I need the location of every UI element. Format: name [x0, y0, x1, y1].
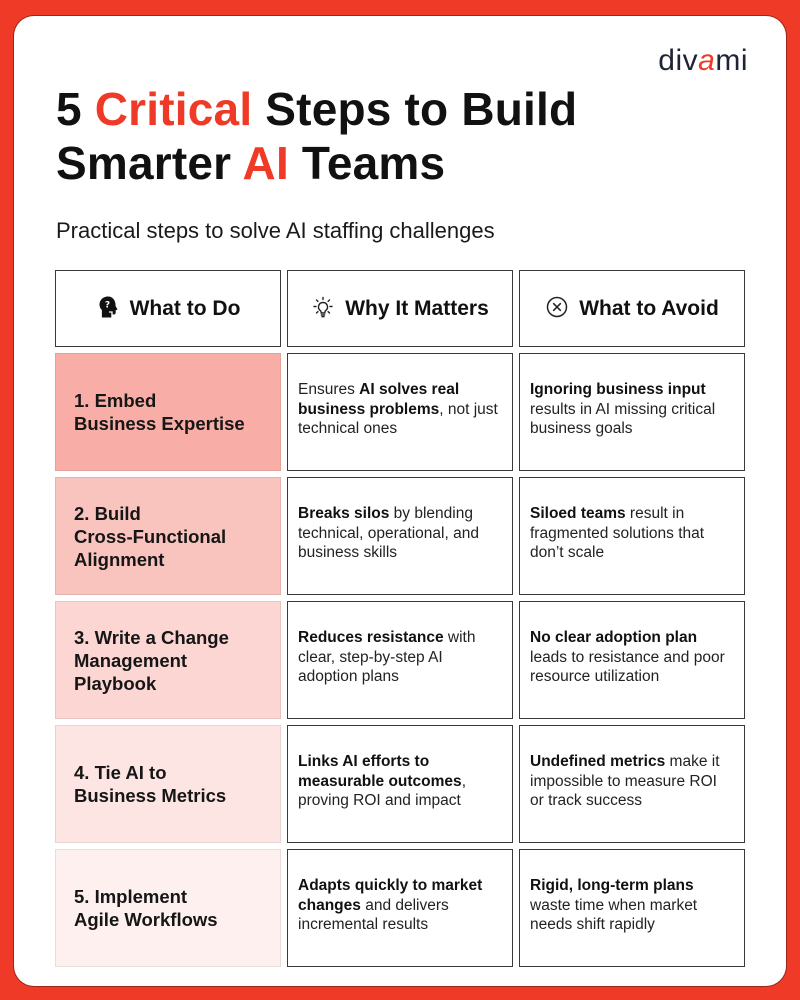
- column-header-why-it-matters: Why It Matters: [287, 270, 513, 347]
- why-it-matters-cell: Links AI efforts to measurable outcomes,…: [287, 725, 513, 843]
- why-it-matters-cell: Ensures AI solves real business problems…: [287, 353, 513, 471]
- avoid-emphasis: Rigid, long-term plans: [530, 877, 694, 894]
- head-question-icon: ?: [96, 295, 120, 323]
- avoid-text: waste time when market needs shift rapid…: [530, 896, 698, 934]
- column-header-what-to-avoid: What to Avoid: [519, 270, 745, 347]
- avoid-emphasis: Ignoring business input: [530, 381, 706, 398]
- logo-text-accent: a: [698, 44, 716, 77]
- logo-text-pre: div: [658, 44, 699, 77]
- column-header-label: What to Avoid: [579, 296, 719, 320]
- title-highlight-ai: AI: [242, 137, 289, 189]
- what-to-avoid-cell: Siloed teams result in fragmented soluti…: [519, 477, 745, 595]
- title-part: Smarter: [56, 137, 243, 189]
- column-header-label: What to Do: [129, 296, 241, 320]
- avoid-emphasis: Undefined metrics: [530, 753, 666, 770]
- why-emphasis: Reduces resistance: [298, 629, 444, 646]
- steps-table: ? What to Do Why It Matters What to Avoi…: [55, 270, 745, 967]
- why-it-matters-cell: Reduces resistance with clear, step-by-s…: [287, 601, 513, 719]
- lightbulb-icon: [311, 295, 335, 323]
- title-highlight-critical: Critical: [94, 83, 253, 135]
- page-subtitle: Practical steps to solve AI staffing cha…: [56, 218, 495, 243]
- column-header-label: Why It Matters: [345, 296, 489, 320]
- why-it-matters-cell: Adapts quickly to market changes and del…: [287, 849, 513, 967]
- logo-text-post: mi: [715, 44, 748, 77]
- step-cell: 4. Tie AI to Business Metrics: [55, 725, 281, 843]
- why-emphasis: Breaks silos: [298, 505, 390, 522]
- circle-x-icon: [545, 295, 569, 323]
- title-part: Teams: [288, 137, 446, 189]
- svg-text:?: ?: [104, 300, 109, 310]
- infographic-card: divami 5 Critical Steps to Build Smarter…: [14, 16, 786, 986]
- step-cell: 3. Write a Change Management Playbook: [55, 601, 281, 719]
- what-to-avoid-cell: Rigid, long-term plans waste time when m…: [519, 849, 745, 967]
- divami-logo: divami: [658, 44, 748, 78]
- page-title: 5 Critical Steps to Build Smarter AI Tea…: [56, 82, 577, 190]
- what-to-avoid-cell: Undefined metrics make it impossible to …: [519, 725, 745, 843]
- avoid-text: results in AI missing critical business …: [530, 400, 716, 438]
- why-text: Ensures: [298, 381, 360, 398]
- avoid-emphasis: Siloed teams: [530, 505, 626, 522]
- step-cell: 2. Build Cross-Functional Alignment: [55, 477, 281, 595]
- title-part: 5: [56, 83, 95, 135]
- what-to-avoid-cell: No clear adoption plan leads to resistan…: [519, 601, 745, 719]
- step-cell: 5. Implement Agile Workflows: [55, 849, 281, 967]
- why-emphasis: Links AI efforts to measurable outcomes: [298, 753, 462, 790]
- what-to-avoid-cell: Ignoring business input results in AI mi…: [519, 353, 745, 471]
- avoid-text: leads to resistance and poor resource ut…: [530, 648, 725, 686]
- column-header-what-to-do: ? What to Do: [55, 270, 281, 347]
- step-cell: 1. Embed Business Expertise: [55, 353, 281, 471]
- why-it-matters-cell: Breaks silos by blending technical, oper…: [287, 477, 513, 595]
- avoid-emphasis: No clear adoption plan: [530, 629, 698, 646]
- title-part: Steps to Build: [252, 83, 578, 135]
